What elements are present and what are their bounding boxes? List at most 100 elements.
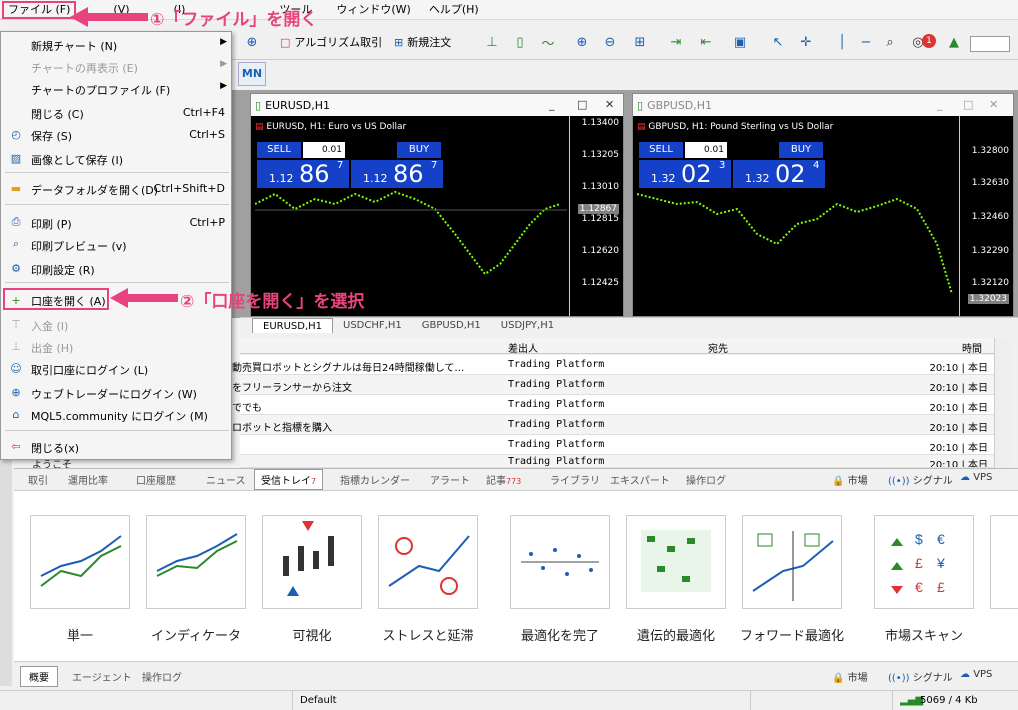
menu-item-new-chart[interactable]: 新規チャート (N) ▶ — [1, 34, 233, 54]
maximize-icon[interactable]: □ — [963, 98, 973, 111]
market-link[interactable]: 🔒 市場 — [832, 669, 868, 684]
zoom-out-icon[interactable]: ⊖ — [600, 32, 620, 52]
card-more[interactable] — [990, 515, 1018, 609]
add-chart-icon[interactable]: ⊕ — [242, 32, 262, 52]
minimize-icon[interactable]: _ — [549, 98, 555, 111]
menu-item-login-webtrader[interactable]: ⊕ ウェブトレーダーにログイン (W) — [1, 382, 233, 402]
sell-button[interactable]: SELL — [639, 142, 683, 158]
tab-articles[interactable]: 記事773 — [486, 472, 521, 487]
menu-item-data-folder[interactable]: ▬ データフォルダを開く(D) Ctrl+Shift+D — [1, 178, 233, 198]
menu-item-print-preview[interactable]: ⌕ 印刷プレビュー (v) — [1, 234, 233, 254]
tab-usdjpy[interactable]: USDJPY,H1 — [491, 318, 564, 333]
mail-row[interactable]: Trading Platform 20:10 | 本日 — [240, 455, 994, 468]
mail-row[interactable]: ででも Trading Platform 20:10 | 本日 — [232, 395, 994, 415]
tester-side-tab[interactable] — [0, 490, 12, 686]
signal-link[interactable]: ((•)) シグナル — [888, 669, 953, 684]
chart-shift-icon[interactable]: ⇤ — [696, 32, 716, 52]
close-icon[interactable]: ✕ — [989, 98, 998, 111]
algo-trading-button[interactable]: □ アルゴリズム取引 — [280, 32, 382, 52]
menu-item-login-mql5[interactable]: ⌂ MQL5.community にログイン (M) — [1, 404, 233, 424]
card-visual[interactable] — [262, 515, 362, 609]
horizontal-line-icon[interactable]: − — [856, 32, 876, 52]
close-icon[interactable]: ✕ — [605, 98, 614, 111]
tab-trade[interactable]: 取引 — [28, 472, 48, 487]
menu-item-chart-profile[interactable]: チャートのプロファイル (F) ▶ — [1, 78, 233, 98]
tab-eurusd[interactable]: EURUSD,H1 — [252, 318, 334, 333]
crosshair-icon[interactable]: ✛ — [796, 32, 816, 52]
cursor-icon[interactable]: ↖ — [768, 32, 788, 52]
buy-button[interactable]: BUY — [779, 142, 823, 158]
minimize-icon[interactable]: _ — [937, 98, 943, 111]
community-icon: ⌂ — [12, 407, 20, 421]
tab-overview[interactable]: 概要 — [20, 666, 58, 687]
bar-chart-icon[interactable]: ⊥ — [482, 32, 502, 52]
card-forward-optimization[interactable] — [742, 515, 842, 609]
tab-experts[interactable]: エキスパート — [610, 472, 670, 487]
sell-button[interactable]: SELL — [257, 142, 301, 158]
chart-window-gbpusd[interactable]: ▯ GBPUSD,H1 _ □ ✕ ▤ GBPUSD, H1: Pound Ste… — [632, 93, 1014, 317]
menu-file[interactable]: ファイル (F) — [2, 0, 77, 19]
signal-strength-icon[interactable]: ▲ — [944, 32, 964, 52]
toolbar-search-input[interactable] — [970, 36, 1010, 52]
market-link[interactable]: 🔒 市場 — [832, 472, 868, 487]
svg-text:€: € — [937, 531, 945, 547]
menu-item-deposit[interactable]: ⊤ 入金 (I) — [1, 314, 233, 334]
candlestick-icon[interactable]: ▯ — [510, 32, 530, 52]
menu-item-login-account[interactable]: ☺ 取引口座にログイン (L) — [1, 358, 233, 378]
card-full-optimization[interactable] — [510, 515, 610, 609]
vps-link[interactable]: ☁ VPS — [960, 472, 992, 483]
tab-news[interactable]: ニュース — [206, 472, 246, 487]
menu-item-open-account[interactable]: + 口座を開く (A) — [3, 288, 109, 310]
zoom-in-icon[interactable]: ⊕ — [572, 32, 592, 52]
mailbox-scrollbar[interactable] — [994, 338, 1010, 468]
grid-icon[interactable]: ⊞ — [630, 32, 650, 52]
mail-row[interactable]: をフリーランサーから注文 Trading Platform 20:10 | 本日 — [232, 375, 994, 395]
toolbox-side-tab[interactable] — [0, 460, 12, 490]
tab-alerts[interactable]: アラート — [430, 472, 470, 487]
vps-link[interactable]: ☁ VPS — [960, 669, 992, 680]
menu-help[interactable]: ヘルプ(H) — [422, 0, 486, 20]
menu-item-reopen-chart[interactable]: チャートの再表示 (E) ▶ — [1, 56, 233, 76]
screenshot-icon[interactable]: ▣ — [730, 32, 750, 52]
signal-link[interactable]: ((•)) シグナル — [888, 472, 953, 487]
card-single[interactable] — [30, 515, 130, 609]
maximize-icon[interactable]: □ — [577, 98, 587, 111]
mail-row[interactable]: ロボットと指標を購入 Trading Platform 20:10 | 本日 — [232, 415, 994, 435]
menu-item-withdraw[interactable]: ⊥ 出金 (H) — [1, 336, 233, 356]
new-order-icon: ⊞ — [394, 35, 404, 49]
lot-input[interactable]: 0.01 — [303, 142, 345, 158]
menu-item-save[interactable]: ◴ 保存 (S) Ctrl+S — [1, 124, 233, 144]
tab-history[interactable]: 口座履歴 — [136, 472, 176, 487]
tab-calendar[interactable]: 指標カレンダー — [340, 472, 410, 487]
card-stress[interactable] — [378, 515, 478, 609]
menu-item-print[interactable]: ⎙ 印刷 (P) Ctrl+P — [1, 212, 233, 232]
new-order-button[interactable]: ⊞ 新規注文 — [394, 32, 451, 52]
menu-item-close[interactable]: 閉じる (C) Ctrl+F4 — [1, 102, 233, 122]
vertical-line-icon[interactable]: │ — [832, 32, 852, 52]
tab-inbox[interactable]: 受信トレイ7 — [254, 469, 324, 490]
mail-row[interactable]: Trading Platform 20:10 | 本日 — [240, 435, 994, 455]
tab-library[interactable]: ライブラリ — [550, 472, 600, 487]
svg-text:$: $ — [915, 531, 923, 547]
menu-window[interactable]: ウィンドウ(W) — [329, 0, 417, 20]
tab-journal[interactable]: 操作ログ — [686, 472, 726, 487]
tab-gbpusd[interactable]: GBPUSD,H1 — [412, 318, 491, 333]
menu-item-print-settings[interactable]: ⚙ 印刷設定 (R) — [1, 258, 233, 278]
search-icon[interactable]: ⌕ — [880, 32, 900, 52]
tab-usdchf[interactable]: USDCHF,H1 — [333, 318, 412, 333]
timeframe-mn-button[interactable]: MN — [238, 62, 266, 86]
chart-window-eurusd[interactable]: ▯ EURUSD,H1 _ □ ✕ ▤ EURUSD, H1: Euro vs U… — [250, 93, 624, 317]
card-indicator[interactable] — [146, 515, 246, 609]
menu-item-save-image[interactable]: ▨ 画像として保存 (I) — [1, 148, 233, 168]
autoscroll-icon[interactable]: ⇥ — [666, 32, 686, 52]
tab-tester-journal[interactable]: 操作ログ — [142, 669, 182, 684]
tab-exposure[interactable]: 運用比率 — [68, 472, 108, 487]
lot-input[interactable]: 0.01 — [685, 142, 727, 158]
card-market-scan[interactable]: $ € £ ¥ € £ — [874, 515, 974, 609]
mail-row[interactable]: 動売買ロボットとシグナルは毎日24時間稼働して… Trading Platform… — [232, 355, 994, 375]
buy-button[interactable]: BUY — [397, 142, 441, 158]
tab-agents[interactable]: エージェント — [72, 669, 132, 684]
line-chart-icon[interactable]: 〜 — [538, 32, 558, 52]
menu-item-exit[interactable]: ⇦ 閉じる(x) — [1, 436, 233, 456]
card-genetic-optimization[interactable] — [626, 515, 726, 609]
